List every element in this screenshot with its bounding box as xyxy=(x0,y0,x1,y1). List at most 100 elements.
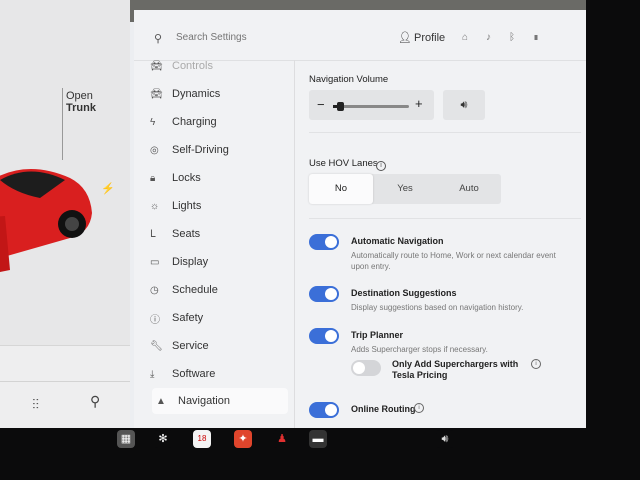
automatic-navigation-title: Automatic Navigation xyxy=(351,236,444,246)
game-icon[interactable]: ✦ xyxy=(234,430,252,448)
divider xyxy=(309,218,581,219)
car-icon: 🚘︎ xyxy=(150,60,163,72)
toggle-knob xyxy=(325,330,337,342)
online-routing-toggle[interactable] xyxy=(309,402,339,418)
sidebar-item-label: Software xyxy=(172,368,216,380)
trip-planner-desc: Adds Supercharger stops if necessary. xyxy=(351,345,488,354)
sidebar-item-label: Display xyxy=(172,256,209,268)
sidebar-item-lights[interactable]: ☼ Lights xyxy=(150,193,284,219)
open-trunk-label-2: Trunk xyxy=(66,102,96,114)
automatic-navigation-toggle[interactable] xyxy=(309,234,339,250)
search-input[interactable] xyxy=(176,32,326,43)
volume-slider[interactable] xyxy=(333,102,409,111)
sidebar-item-seats[interactable]: ᒪ Seats xyxy=(150,221,284,247)
sidebar-item-label: Lights xyxy=(172,200,202,212)
settings-window: ⚲ 👤︎ Profile ⌂♪ᛒ▮ 🚘︎ Controls 🚘︎ Dynamics … xyxy=(134,10,586,428)
car-panel: Open Trunk ⚡ ⫶⫶ ⚲ xyxy=(0,0,130,428)
sidebar-item-self-driving[interactable]: ◎ Self-Driving xyxy=(150,137,284,163)
sidebar-item-label: Controls xyxy=(172,60,213,72)
lightning-icon: ϟ xyxy=(150,116,156,128)
sidebar-item-schedule[interactable]: ◷ Schedule xyxy=(150,277,284,303)
signal-icon: ▮ xyxy=(533,32,558,43)
sidebar-item-label: Seats xyxy=(172,228,201,240)
trip-planner-title: Trip Planner xyxy=(351,330,404,340)
sidebar-item-dynamics[interactable]: 🚘︎ Dynamics xyxy=(150,81,284,107)
car-image xyxy=(0,169,92,272)
tesla-pricing-toggle[interactable] xyxy=(351,360,381,376)
info-icon[interactable]: i xyxy=(414,403,424,413)
trunk-pointer-line xyxy=(62,88,63,160)
sidebar-item-service[interactable]: 🔧︎ Service xyxy=(150,333,284,359)
hov-lanes-title: Use HOV Lanes xyxy=(309,158,378,169)
joystick-icon[interactable]: ♟ xyxy=(273,430,291,448)
hov-option-yes[interactable]: Yes xyxy=(373,174,437,204)
divider xyxy=(0,381,130,382)
sliders-icon[interactable]: ⫶⫶ xyxy=(32,396,39,413)
download-icon: ⤓ xyxy=(150,368,155,380)
trip-planner-toggle[interactable] xyxy=(309,328,339,344)
divider xyxy=(309,132,581,133)
speaker-icon[interactable]: 🔊︎ xyxy=(443,90,485,120)
volume-control: − + xyxy=(309,90,434,120)
volume-down-button[interactable]: − xyxy=(317,97,325,112)
info-icon[interactable]: i xyxy=(531,359,541,369)
bluetooth-icon[interactable]: ᛒ xyxy=(509,32,533,43)
clock-icon: ◷ xyxy=(150,284,159,296)
sun-icon: ☼ xyxy=(150,200,160,212)
destination-suggestions-title: Destination Suggestions xyxy=(351,288,457,298)
hov-option-auto[interactable]: Auto xyxy=(437,174,501,204)
search-icon[interactable]: ⚲ xyxy=(90,393,100,410)
open-trunk-label-1: Open xyxy=(66,90,93,102)
info-icon[interactable]: i xyxy=(376,161,386,171)
display-icon: ▭ xyxy=(150,256,160,268)
navigation-arrow-icon: ▲ xyxy=(156,395,166,407)
seat-icon: ᒪ xyxy=(150,228,156,240)
volume-up-button[interactable]: + xyxy=(415,96,423,111)
sidebar-item-label: Dynamics xyxy=(172,88,221,100)
sidebar-item-controls[interactable]: 🚘︎ Controls xyxy=(150,53,284,79)
open-trunk-button[interactable]: Open Trunk xyxy=(66,90,96,114)
volume-handle[interactable] xyxy=(336,102,344,111)
sidebar-item-label: Navigation xyxy=(178,395,230,407)
sidebar-item-locks[interactable]: 🔒︎ Locks xyxy=(150,165,284,191)
destination-suggestions-desc: Display suggestions based on navigation … xyxy=(351,303,524,312)
sidebar-item-label: Self-Driving xyxy=(172,144,229,156)
info-icon: ⓘ xyxy=(150,314,160,326)
person-icon: 👤︎ xyxy=(398,32,412,44)
sidebar-item-label: Service xyxy=(172,340,209,352)
sidebar-item-navigation[interactable]: ▲ Navigation xyxy=(152,388,288,414)
sidebar-item-label: Locks xyxy=(172,172,201,184)
sidebar-item-label: Charging xyxy=(172,116,217,128)
online-routing-title: Online Routing xyxy=(351,404,416,414)
hov-option-no[interactable]: No xyxy=(309,174,373,204)
car-panel-footer: ⫶⫶ ⚲ xyxy=(0,345,130,428)
volume-icon[interactable]: 🔊︎ xyxy=(436,430,454,448)
lightning-icon[interactable]: ⚡ xyxy=(101,182,115,195)
profile-button[interactable]: Profile xyxy=(414,32,445,44)
steering-wheel-icon: ◎ xyxy=(150,144,159,156)
toggle-knob xyxy=(353,362,365,374)
sidebar-item-label: Schedule xyxy=(172,284,218,296)
sidebar-item-software[interactable]: ⤓ Software xyxy=(150,361,284,387)
search-icon[interactable]: ⚲ xyxy=(154,32,162,45)
settings-sidebar: 🚘︎ Controls 🚘︎ Dynamics ϟ Charging ◎ Self-Dr… xyxy=(134,60,295,428)
destination-suggestions-toggle[interactable] xyxy=(309,286,339,302)
sidebar-item-display[interactable]: ▭ Display xyxy=(150,249,284,275)
screen: Open Trunk ⚡ ⫶⫶ ⚲ ⚲ 👤︎ Profile ⌂♪ᛒ▮ 🚘︎ Co… xyxy=(0,0,586,428)
status-icons: ⌂♪ᛒ▮ xyxy=(462,32,557,43)
sidebar-item-charging[interactable]: ϟ Charging xyxy=(150,109,284,135)
hov-lanes-selector: No Yes Auto xyxy=(309,174,501,204)
home-icon[interactable]: ⌂ xyxy=(462,32,486,43)
fan-icon[interactable]: ✻ xyxy=(154,430,172,448)
calendar-icon[interactable]: 18 xyxy=(193,430,211,448)
navigation-settings: Navigation Volume − + 🔊︎ Use HOV Lanes i… xyxy=(296,60,586,428)
toggle-knob xyxy=(325,288,337,300)
toggle-knob xyxy=(325,236,337,248)
sidebar-item-label: Safety xyxy=(172,312,204,324)
bell-icon[interactable]: ♪ xyxy=(486,32,509,43)
card-icon[interactable]: ▬ xyxy=(309,430,327,448)
apps-icon[interactable]: ▦ xyxy=(117,430,135,448)
tesla-pricing-title: Only Add Superchargers with Tesla Pricin… xyxy=(392,359,519,380)
sidebar-item-safety[interactable]: ⓘ Safety xyxy=(150,305,284,331)
lock-icon: 🔒︎ xyxy=(150,172,156,184)
